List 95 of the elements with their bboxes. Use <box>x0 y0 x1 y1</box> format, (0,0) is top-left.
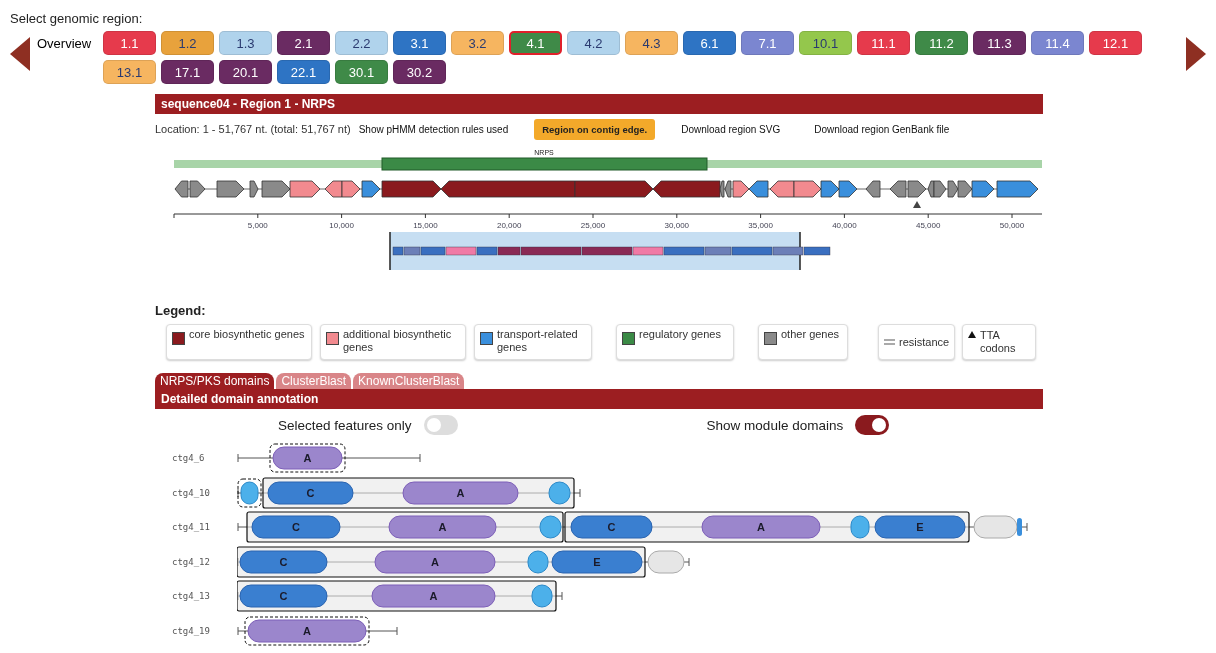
region-header: sequence04 - Region 1 - NRPS <box>155 94 1043 114</box>
domain-pill[interactable]: A <box>371 584 496 608</box>
selection-outline <box>237 478 262 508</box>
domain-pill[interactable]: E <box>551 550 643 574</box>
axis-tick-label: 15,000 <box>413 221 438 230</box>
legend-item[interactable]: other genes <box>758 324 848 360</box>
region-button[interactable]: 7.1 <box>741 31 794 55</box>
region-button[interactable]: 2.1 <box>277 31 330 55</box>
legend-item[interactable]: TTA codons <box>962 324 1036 360</box>
axis-tick-label: 40,000 <box>832 221 857 230</box>
domain-pill[interactable]: C <box>251 515 341 539</box>
region-button[interactable]: 3.1 <box>393 31 446 55</box>
detection-rules-button[interactable]: Show pHMM detection rules used <box>358 123 509 135</box>
region-button[interactable]: 11.3 <box>973 31 1026 55</box>
domain-marker[interactable] <box>527 550 549 574</box>
legend-title: Legend: <box>155 303 207 320</box>
region-button[interactable]: 11.2 <box>915 31 968 55</box>
region-button[interactable]: 6.1 <box>683 31 736 55</box>
axis-tick-label: 5,000 <box>247 221 268 230</box>
region-button[interactable]: 22.1 <box>277 60 330 84</box>
region-button[interactable]: 11.4 <box>1031 31 1084 55</box>
legend-item[interactable]: regulatory genes <box>616 324 734 360</box>
domain-pill[interactable]: A <box>374 550 496 574</box>
region-button[interactable]: 3.2 <box>451 31 504 55</box>
axis-tick-label: 35,000 <box>748 221 773 230</box>
toggle-switch[interactable] <box>855 415 890 435</box>
region-button[interactable]: 11.1 <box>857 31 910 55</box>
axis-tick-label: 50,000 <box>999 221 1025 230</box>
previous-arrow-icon[interactable] <box>10 37 30 71</box>
toggle-label: Selected features only <box>278 417 412 433</box>
tab[interactable]: NRPS/PKS domains <box>155 373 275 389</box>
region-button[interactable]: 4.1 <box>509 31 562 55</box>
resistance-icon <box>884 339 895 345</box>
axis-tick-label: 20,000 <box>496 221 522 230</box>
domain-marker[interactable] <box>647 550 685 574</box>
gene-name: ctg4_13 <box>172 591 211 602</box>
axis-tick-label: 30,000 <box>664 221 690 230</box>
triangle-icon <box>968 331 976 338</box>
domain-marker[interactable] <box>539 515 562 539</box>
tta-marker-icon <box>913 201 921 208</box>
legend-item[interactable]: core biosynthetic genes <box>166 324 312 360</box>
domain-pill[interactable]: C <box>267 481 354 505</box>
gene-name: ctg4_12 <box>172 556 211 567</box>
axis-tick-label: 25,000 <box>580 221 606 230</box>
domain-pill[interactable]: A <box>388 515 497 539</box>
toggle-switch[interactable] <box>423 415 458 435</box>
axis-tick-label: 10,000 <box>329 221 354 230</box>
domain-pill[interactable]: C <box>239 550 328 574</box>
domain-marker[interactable] <box>973 515 1018 539</box>
gene-name: ctg4_6 <box>172 453 206 464</box>
region-button[interactable]: 12.1 <box>1089 31 1142 55</box>
tab[interactable]: ClusterBlast <box>276 373 352 389</box>
region-button[interactable]: 30.1 <box>335 60 388 84</box>
region-button[interactable]: 1.3 <box>219 31 272 55</box>
region-button[interactable]: 30.2 <box>393 60 446 84</box>
toggle-label: Show module domains <box>706 417 844 433</box>
domain-marker[interactable] <box>240 481 259 505</box>
region-button[interactable]: 10.1 <box>799 31 852 55</box>
domain-marker[interactable] <box>531 584 553 608</box>
location-text: Location: 1 - 51,767 nt. (total: 51,767 nt) <box>155 123 351 135</box>
legend-item[interactable]: resistance <box>878 324 955 360</box>
axis-tick-label: 45,000 <box>915 221 941 230</box>
overview-link[interactable]: Overview <box>37 34 103 52</box>
gene-name: ctg4_19 <box>172 625 211 636</box>
protocluster-bar[interactable] <box>381 157 708 171</box>
domain-pill[interactable]: A <box>272 446 343 470</box>
domain-pill[interactable]: A <box>402 481 519 505</box>
region-button[interactable]: 4.3 <box>625 31 678 55</box>
legend-item[interactable]: transport-related genes <box>474 324 592 360</box>
download-svg-button[interactable]: Download region SVG <box>681 123 781 135</box>
legend-item[interactable]: additional biosynthetic genes <box>320 324 466 360</box>
domain-pill[interactable]: A <box>247 619 367 643</box>
domain-marker[interactable] <box>850 515 870 539</box>
region-button[interactable]: 1.1 <box>103 31 156 55</box>
domain-pill[interactable]: C <box>570 515 653 539</box>
contig-edge-badge: Region on contig edge. <box>534 118 656 140</box>
region-overview-drawing[interactable] <box>389 231 831 271</box>
region-button[interactable]: 4.2 <box>567 31 620 55</box>
panel-header: Detailed domain annotation <box>155 389 1043 409</box>
download-genbank-button[interactable]: Download region GenBank file <box>814 123 950 135</box>
region-button[interactable]: 20.1 <box>219 60 272 84</box>
region-button[interactable]: 13.1 <box>103 60 156 84</box>
region-button[interactable]: 1.2 <box>161 31 214 55</box>
tab[interactable]: KnownClusterBlast <box>353 373 465 389</box>
region-button[interactable]: 2.2 <box>335 31 388 55</box>
region-selector-label: Select genomic region: <box>9 10 144 27</box>
region-button[interactable]: 17.1 <box>161 60 214 84</box>
domain-pill[interactable]: C <box>239 584 328 608</box>
domain-marker[interactable] <box>548 481 571 505</box>
domain-pill[interactable]: E <box>874 515 966 539</box>
next-arrow-icon[interactable] <box>1186 37 1206 71</box>
gene-name: ctg4_10 <box>172 487 211 498</box>
domain-marker[interactable] <box>1017 518 1022 537</box>
gene-name: ctg4_11 <box>172 522 211 533</box>
domain-pill[interactable]: A <box>701 515 821 539</box>
